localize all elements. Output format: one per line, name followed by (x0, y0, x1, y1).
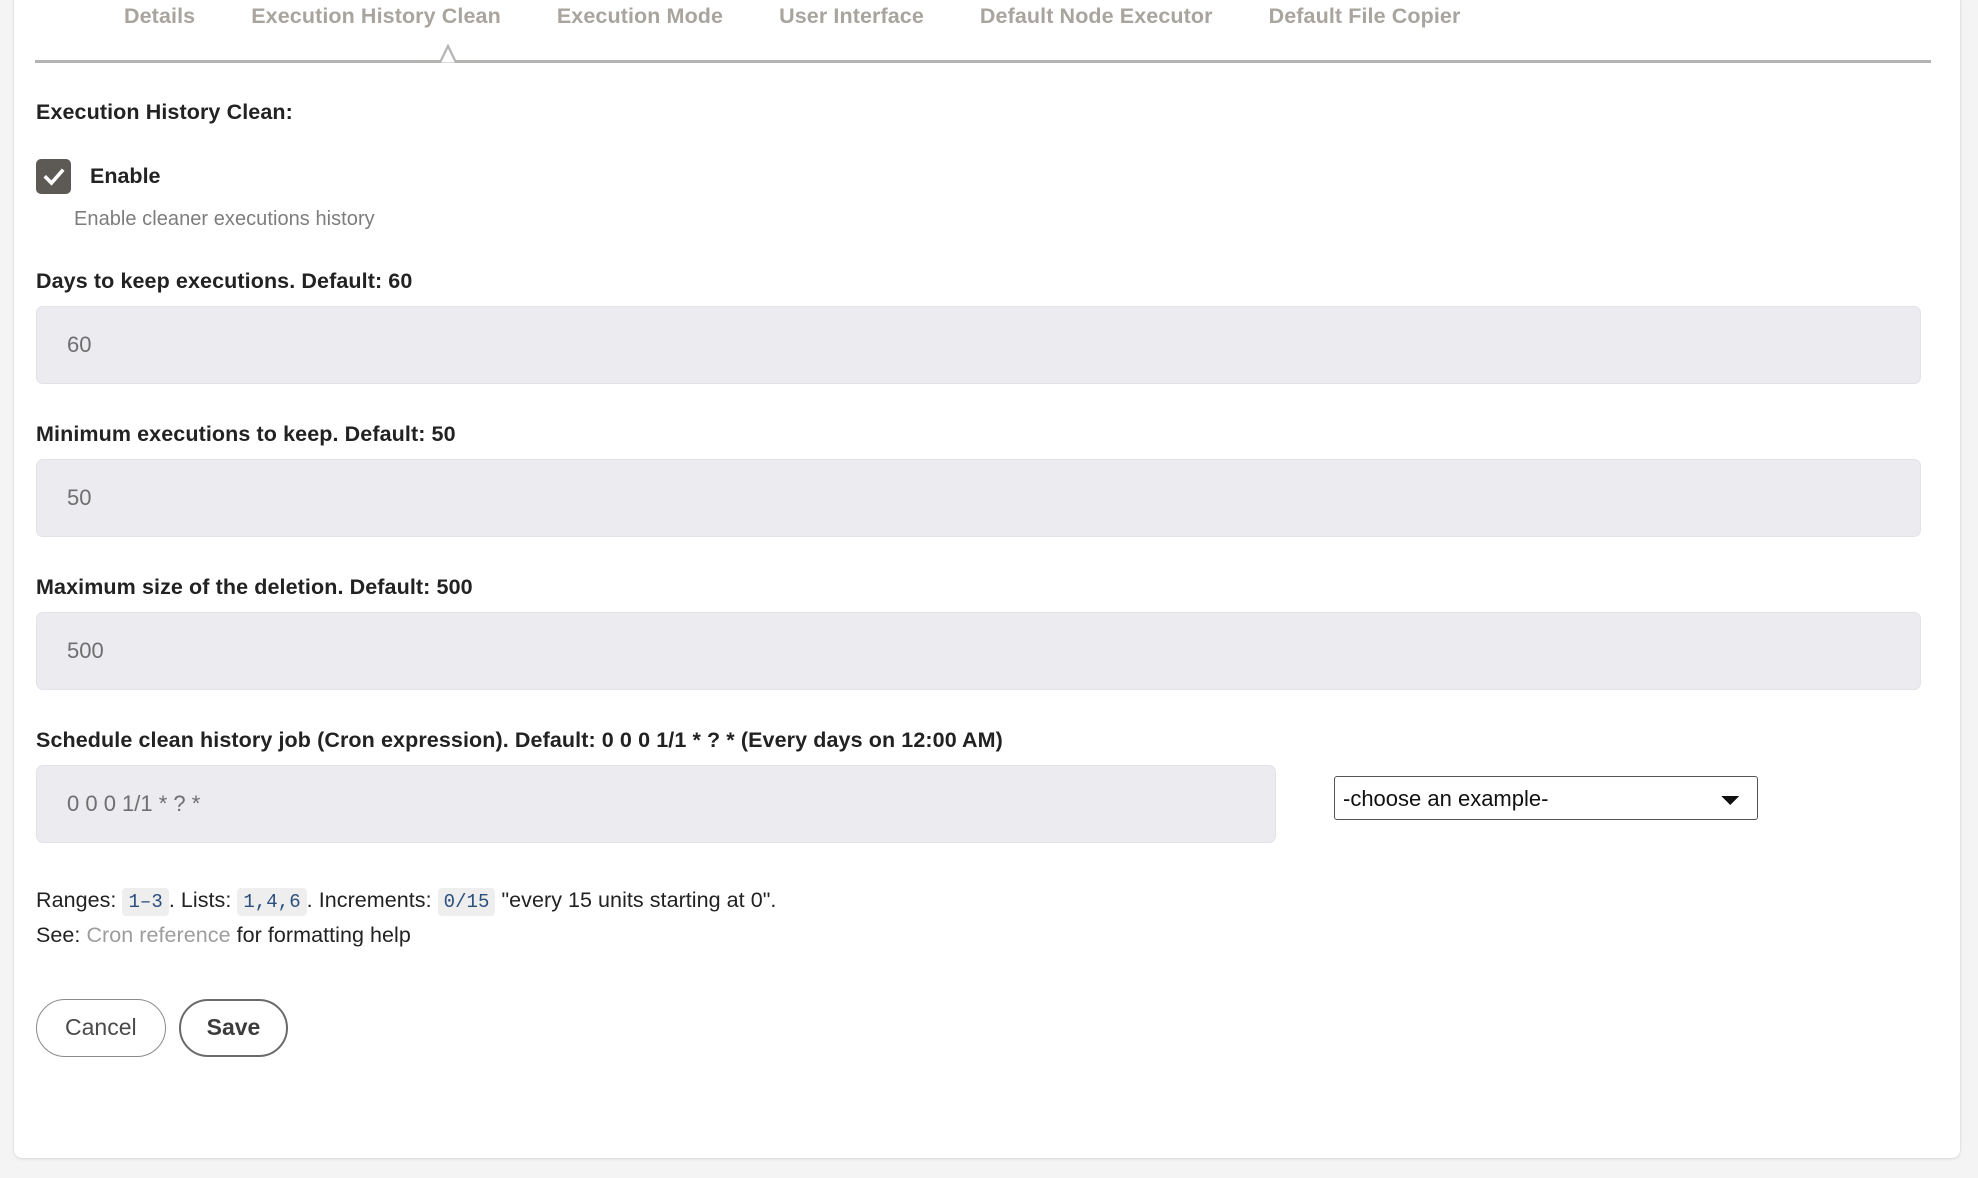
save-button[interactable]: Save (178, 998, 289, 1057)
section-title: Execution History Clean: (36, 100, 293, 124)
lists-label: Lists: (180, 888, 232, 912)
cron-example-select[interactable]: -choose an example- (1334, 776, 1758, 820)
tab-execution-history-clean[interactable]: Execution History Clean (223, 1, 529, 31)
enable-label[interactable]: Enable (90, 164, 161, 189)
tab-details[interactable]: Details (96, 1, 223, 31)
increments-text: "every 15 units starting at 0". (501, 888, 777, 912)
increments-label: Increments: (318, 888, 432, 912)
increments-code: 0/15 (437, 888, 496, 916)
page-root: Details Execution History Clean Executio… (0, 0, 1978, 1178)
settings-form: Execution History Clean: Enable Enable c… (14, 70, 1960, 1097)
days-to-keep-label: Days to keep executions. Default: 60 (36, 269, 413, 293)
form-actions: Cancel Save (36, 998, 1938, 1097)
enable-checkbox[interactable] (36, 159, 71, 194)
ranges-dot: . (168, 888, 175, 912)
see-label: See: (36, 922, 81, 947)
active-tab-caret-icon (420, 43, 476, 63)
tab-bar: Details Execution History Clean Executio… (14, 0, 1960, 70)
settings-card: Details Execution History Clean Executio… (14, 0, 1960, 1158)
cron-expression-input[interactable] (36, 765, 1276, 843)
enable-row: Enable (36, 159, 1938, 194)
cron-row: -choose an example- (36, 765, 1938, 843)
maximum-size-input[interactable] (36, 612, 1921, 690)
cron-hints: Ranges: 1–3. Lists: 1,4,6. Increments: 0… (36, 883, 1938, 953)
tab-list: Details Execution History Clean Executio… (20, 0, 1954, 31)
cron-expression-label: Schedule clean history job (Cron express… (36, 728, 1003, 752)
enable-help-text: Enable cleaner executions history (74, 208, 375, 230)
lists-code: 1,4,6 (237, 888, 307, 916)
tab-user-interface[interactable]: User Interface (751, 1, 952, 31)
see-suffix: for formatting help (236, 922, 411, 947)
check-icon (42, 167, 65, 186)
cron-hints-line-1: Ranges: 1–3. Lists: 1,4,6. Increments: 0… (36, 883, 1938, 918)
ranges-code: 1–3 (122, 888, 169, 916)
tab-underline (35, 60, 1931, 63)
days-to-keep-input[interactable] (36, 306, 1921, 384)
cron-reference-link[interactable]: Cron reference (86, 923, 230, 947)
cron-hints-line-2: See: Cron reference for formatting help (36, 918, 1938, 953)
cancel-button[interactable]: Cancel (36, 998, 166, 1057)
minimum-executions-input[interactable] (36, 459, 1921, 537)
tab-default-node-executor[interactable]: Default Node Executor (952, 1, 1241, 31)
ranges-label: Ranges: (36, 888, 117, 912)
tab-default-file-copier[interactable]: Default File Copier (1241, 1, 1489, 31)
minimum-executions-label: Minimum executions to keep. Default: 50 (36, 422, 456, 446)
maximum-size-label: Maximum size of the deletion. Default: 5… (36, 575, 473, 599)
lists-dot: . (306, 888, 313, 912)
tab-execution-mode[interactable]: Execution Mode (529, 1, 751, 31)
